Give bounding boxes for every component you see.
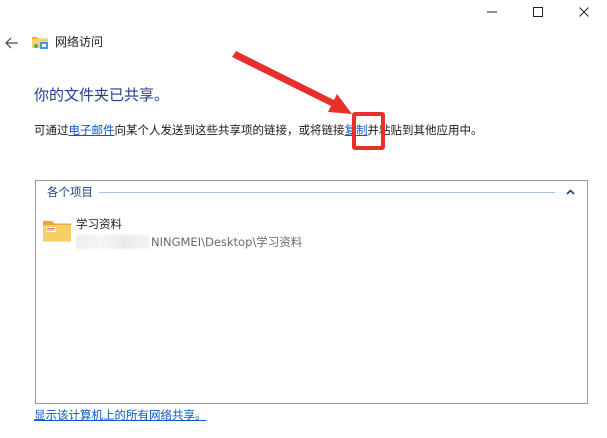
minimize-icon: [487, 11, 497, 13]
minimize-button[interactable]: [469, 0, 515, 24]
group-divider: [99, 191, 555, 193]
page-title: 你的文件夹已共享。: [34, 86, 170, 104]
chevron-up-icon: [565, 189, 575, 195]
back-button[interactable]: [2, 33, 22, 53]
network-folder-icon: [32, 37, 48, 49]
instructions-middle: 向某个人发送到这些共享项的链接，或将链接: [114, 123, 345, 137]
item-name: 学习资料: [76, 217, 122, 231]
shared-folder-icon: [43, 221, 71, 242]
copy-link[interactable]: 复制: [345, 123, 368, 137]
back-arrow-icon: [5, 37, 18, 49]
close-button[interactable]: [561, 0, 607, 24]
maximize-icon: [533, 7, 543, 17]
close-icon: [579, 7, 589, 17]
collapse-group-button[interactable]: [563, 185, 577, 199]
window-title: 网络访问: [55, 35, 104, 49]
list-item[interactable]: 学习资料 NINGMEI\Desktop\学习资料: [42, 213, 342, 253]
show-all-network-shares-link[interactable]: 显示该计算机上的所有网络共享。: [34, 407, 207, 423]
items-group-label: 各个项目: [47, 185, 93, 199]
maximize-button[interactable]: [515, 0, 561, 24]
share-instructions: 可通过电子邮件向某个人发送到这些共享项的链接，或将链接复制并粘贴到其他应用中。: [34, 122, 483, 138]
item-path: NINGMEI\Desktop\学习资料: [76, 234, 302, 250]
instructions-prefix: 可通过: [34, 123, 69, 137]
email-link[interactable]: 电子邮件: [69, 123, 115, 137]
network-access-window: 网络访问 你的文件夹已共享。 可通过电子邮件向某个人发送到这些共享项的链接，或将…: [0, 0, 607, 438]
shared-items-list: 各个项目 学习资料 NINGMEI\Desktop\学习资料: [35, 180, 588, 404]
items-group-header: 各个项目: [47, 184, 577, 200]
instructions-suffix: 并粘贴到其他应用中。: [367, 123, 483, 137]
item-path-text: NINGMEI\Desktop\学习资料: [151, 235, 303, 249]
redacted-path-segment: [76, 235, 150, 249]
